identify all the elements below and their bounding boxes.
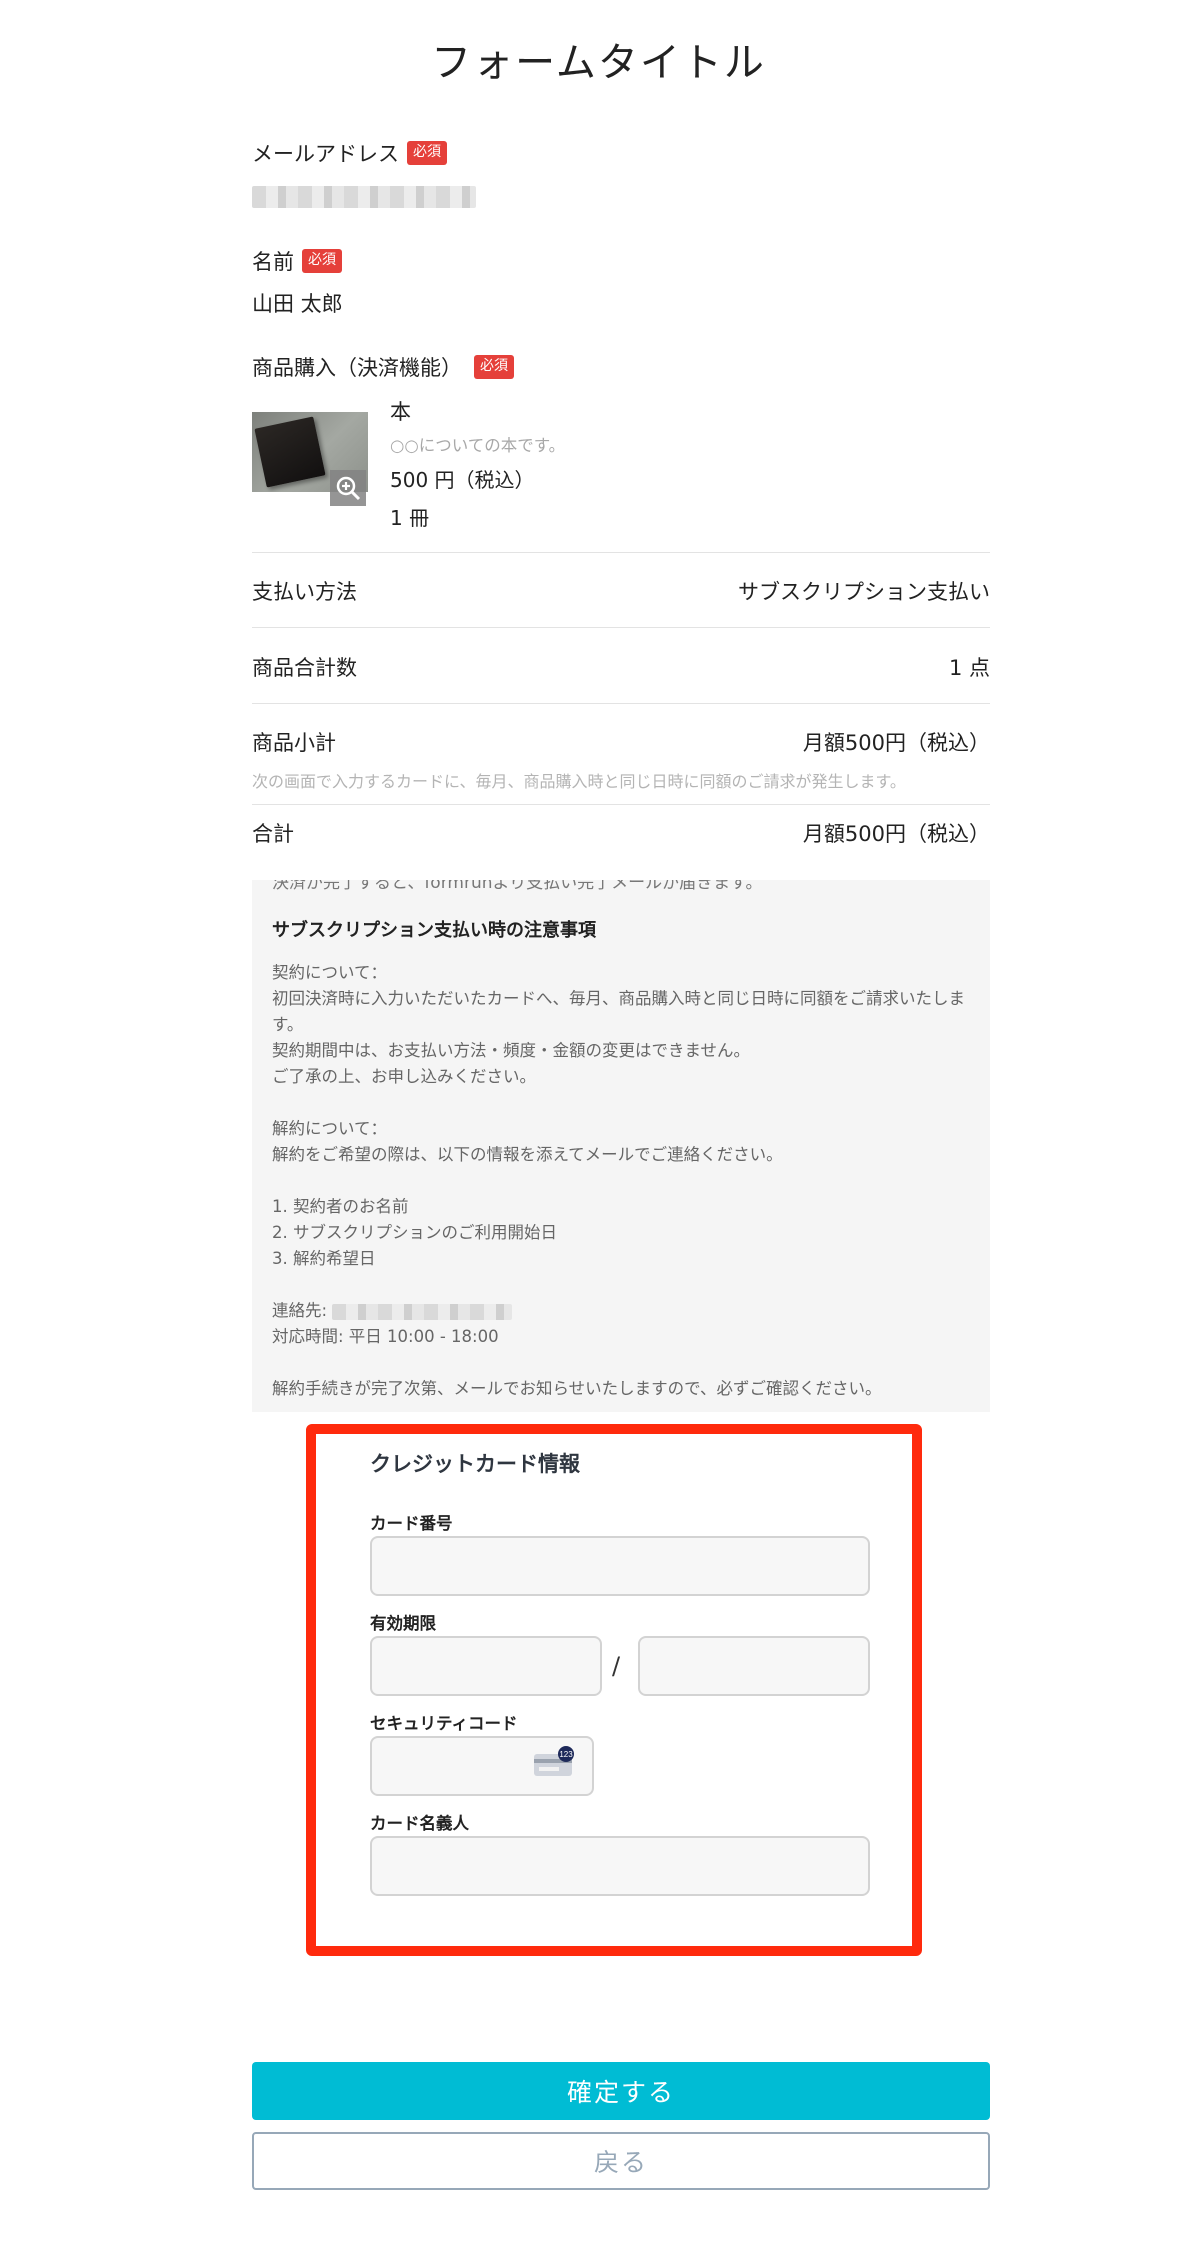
expiry-separator: / bbox=[612, 1652, 621, 1680]
divider bbox=[252, 703, 990, 704]
divider bbox=[252, 804, 990, 805]
contract-line-1: 初回決済時に入力いただいたカードへ、毎月、商品購入時と同じ日時に同額をご請求いた… bbox=[272, 989, 965, 1008]
divider bbox=[252, 552, 990, 553]
zoom-icon[interactable] bbox=[330, 470, 366, 506]
product-price: 500 円（税込） bbox=[390, 468, 535, 492]
form-title: フォームタイトル bbox=[431, 40, 766, 86]
subtotal-row: 商品小計 月額500円（税込） bbox=[252, 727, 990, 757]
cancel-list-item: 2. サブスクリプションのご利用開始日 bbox=[272, 1223, 557, 1242]
payment-method-value: サブスクリプション支払い bbox=[738, 580, 990, 604]
payment-method-row: 支払い方法 サブスクリプション支払い bbox=[252, 576, 990, 606]
contact-email-blurred bbox=[332, 1304, 512, 1320]
expiry-label: 有効期限 bbox=[370, 1614, 436, 1633]
product-quantity: 1 冊 bbox=[390, 506, 430, 530]
card-number-label: カード番号 bbox=[370, 1514, 453, 1533]
card-holder-input[interactable] bbox=[370, 1836, 870, 1896]
cancel-title: 解約について： bbox=[272, 1119, 388, 1138]
notice-heading: サブスクリプション支払い時の注意事項 bbox=[272, 920, 596, 941]
notice-cut-line: 決済が完了すると、formrunより支払い完了メールが届きます。 bbox=[272, 880, 763, 893]
contract-title: 契約について： bbox=[272, 963, 388, 982]
email-value-blurred bbox=[252, 186, 476, 208]
email-label: メールアドレス 必須 bbox=[252, 138, 990, 168]
email-label-text: メールアドレス bbox=[252, 142, 399, 166]
name-value: 山田 太郎 bbox=[252, 292, 343, 316]
card-cvc-icon: 123 bbox=[534, 1746, 578, 1776]
back-button[interactable]: 戻る bbox=[252, 2132, 990, 2190]
expiry-month-input[interactable] bbox=[370, 1636, 602, 1696]
card-number-input[interactable] bbox=[370, 1536, 870, 1596]
required-badge: 必須 bbox=[302, 249, 342, 273]
total-count-label: 商品合計数 bbox=[252, 656, 357, 680]
contact-label: 連絡先: bbox=[272, 1301, 328, 1320]
contract-line-2: 契約期間中は、お支払い方法・頻度・金額の変更はできません。 bbox=[272, 1041, 751, 1060]
subtotal-note: 次の画面で入力するカードに、毎月、商品購入時と同じ日時に同額のご請求が発生します… bbox=[252, 772, 906, 791]
subtotal-value: 月額500円（税込） bbox=[802, 731, 990, 755]
total-value: 月額500円（税込） bbox=[802, 822, 990, 846]
name-label-text: 名前 bbox=[252, 250, 294, 274]
cvc-label: セキュリティコード bbox=[370, 1714, 518, 1733]
total-label: 合計 bbox=[252, 822, 294, 846]
support-hours: 対応時間: 平日 10:00 - 18:00 bbox=[272, 1327, 499, 1346]
required-badge: 必須 bbox=[474, 355, 514, 379]
cancel-list-item: 1. 契約者のお名前 bbox=[272, 1197, 409, 1216]
subscription-notice[interactable]: 決済が完了すると、formrunより支払い完了メールが届きます。 サブスクリプシ… bbox=[252, 880, 990, 1412]
credit-card-title: クレジットカード情報 bbox=[370, 1452, 580, 1476]
total-row: 合計 月額500円（税込） bbox=[252, 818, 990, 848]
confirm-button[interactable]: 確定する bbox=[252, 2062, 990, 2120]
product-name: 本 bbox=[390, 400, 411, 424]
expiry-year-input[interactable] bbox=[638, 1636, 870, 1696]
cvc-badge-text: 123 bbox=[559, 1750, 573, 1759]
total-count-value: 1 点 bbox=[948, 656, 990, 680]
cancel-line-1: 解約をご希望の際は、以下の情報を添えてメールでご連絡ください。 bbox=[272, 1145, 783, 1164]
purchase-label-text: 商品購入（決済機能） bbox=[252, 356, 462, 380]
total-count-row: 商品合計数 1 点 bbox=[252, 652, 990, 682]
product-description: ○○についての本です。 bbox=[390, 436, 566, 455]
name-label: 名前 必須 bbox=[252, 246, 990, 276]
subtotal-label: 商品小計 bbox=[252, 731, 336, 755]
required-badge: 必須 bbox=[407, 141, 447, 165]
notice-closing: 解約手続きが完了次第、メールでお知らせいたしますので、必ずご確認ください。 bbox=[272, 1379, 882, 1398]
purchase-label: 商品購入（決済機能） 必須 bbox=[252, 352, 990, 382]
payment-method-label: 支払い方法 bbox=[252, 580, 357, 604]
cancel-list-item: 3. 解約希望日 bbox=[272, 1249, 376, 1268]
card-holder-label: カード名義人 bbox=[370, 1814, 469, 1833]
divider bbox=[252, 627, 990, 628]
contract-line-1b: す。 bbox=[272, 1015, 304, 1034]
contract-line-3: ご了承の上、お申し込みください。 bbox=[272, 1067, 536, 1086]
